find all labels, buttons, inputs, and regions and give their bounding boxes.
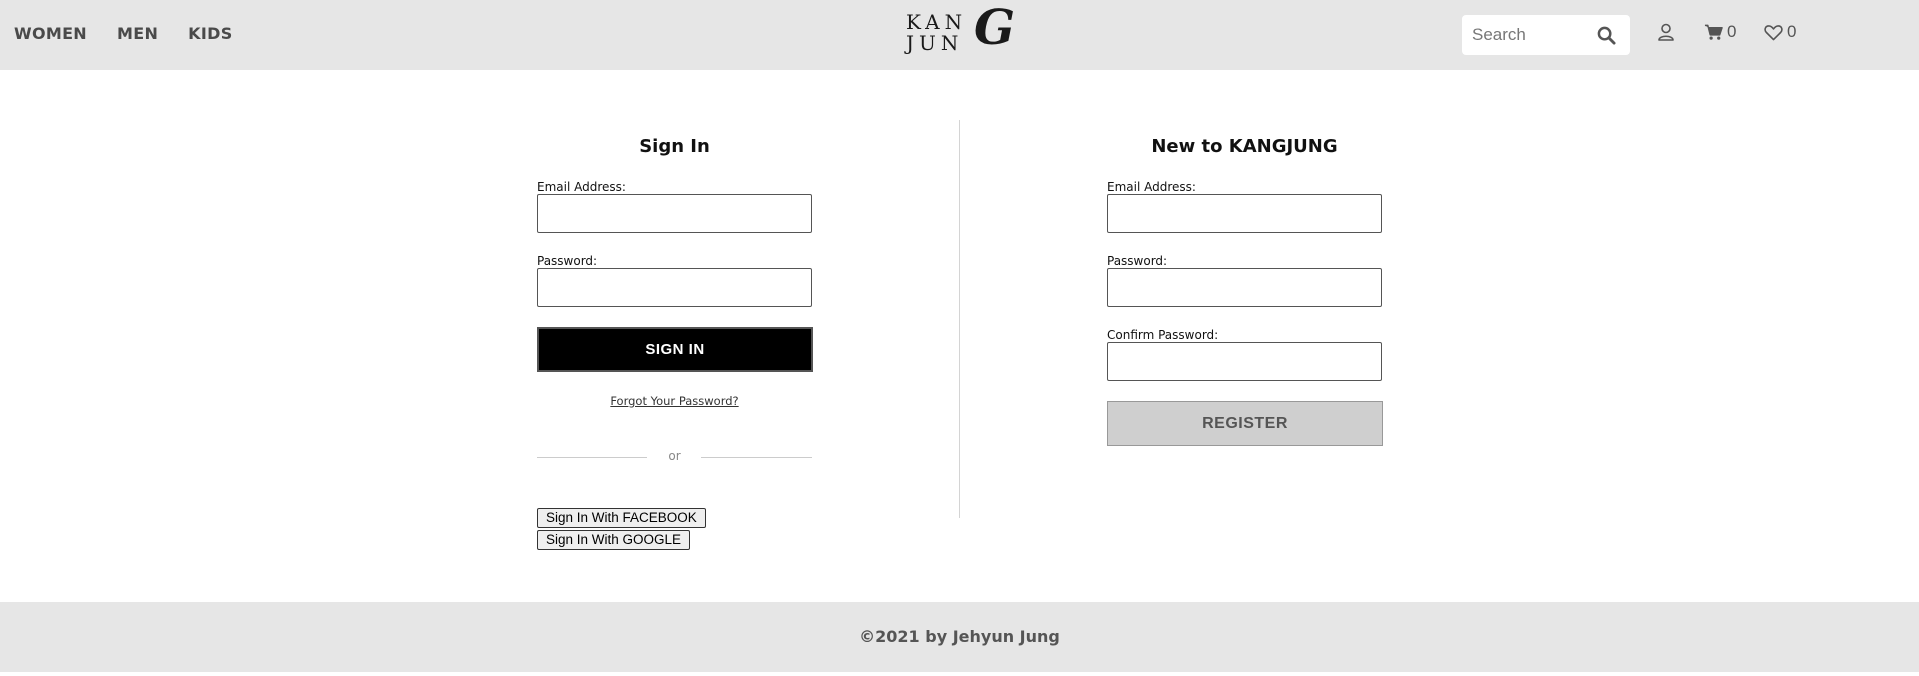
wishlist-button[interactable]: 0 (1764, 22, 1796, 42)
footer-copyright: ©2021 by Jehyun Jung (859, 627, 1060, 646)
register-confirm-field[interactable] (1107, 342, 1382, 381)
register-password-field[interactable] (1107, 268, 1382, 307)
user-icon (1657, 22, 1675, 42)
google-signin-button[interactable]: Sign In With GOOGLE (537, 530, 691, 550)
or-divider-right (701, 457, 812, 458)
nav-women[interactable]: WOMEN (14, 24, 87, 43)
signin-email-label: Email Address: (537, 180, 626, 194)
forgot-password: Forgot Your Password? (537, 392, 812, 410)
search-icon[interactable] (1597, 26, 1617, 46)
nav-kids[interactable]: KIDS (188, 24, 232, 43)
logo-line-2: JUN (906, 31, 964, 55)
search-box (1462, 15, 1630, 55)
cart-icon (1704, 23, 1723, 41)
main-nav: WOMEN MEN KIDS (14, 24, 233, 43)
signin-password-label: Password: (537, 254, 598, 268)
signin-email-field[interactable] (537, 194, 812, 233)
logo-big-letter: G (974, 0, 1015, 56)
register-password-label: Password: (1107, 254, 1168, 268)
facebook-signin-button[interactable]: Sign In With FACEBOOK (537, 508, 706, 528)
search-input[interactable] (1472, 23, 1592, 47)
or-divider-text: or (668, 449, 681, 463)
register-email-label: Email Address: (1107, 180, 1196, 194)
signin-title: Sign In (639, 136, 710, 157)
auth-main: Sign In Email Address: Password: SIGN IN… (0, 70, 1919, 602)
vertical-divider (959, 120, 960, 518)
register-confirm-label: Confirm Password: (1107, 328, 1219, 342)
account-button[interactable] (1657, 22, 1675, 42)
register-email-field[interactable] (1107, 194, 1382, 233)
signin-button[interactable]: SIGN IN (537, 327, 813, 372)
cart-button[interactable]: 0 (1704, 22, 1736, 42)
page-footer: ©2021 by Jehyun Jung (0, 602, 1919, 672)
brand-logo[interactable]: KAN JUN G (906, 4, 1015, 58)
cart-count: 0 (1727, 22, 1737, 41)
forgot-password-link[interactable]: Forgot Your Password? (610, 394, 738, 408)
register-button[interactable]: REGISTER (1107, 401, 1383, 446)
top-header: WOMEN MEN KIDS KAN JUN G Search 0 0 (0, 0, 1919, 70)
heart-icon (1764, 24, 1783, 41)
wishlist-count: 0 (1787, 22, 1797, 41)
nav-men[interactable]: MEN (117, 24, 158, 43)
register-title: New to KANGJUNG (1151, 136, 1338, 157)
signin-password-field[interactable] (537, 268, 812, 307)
